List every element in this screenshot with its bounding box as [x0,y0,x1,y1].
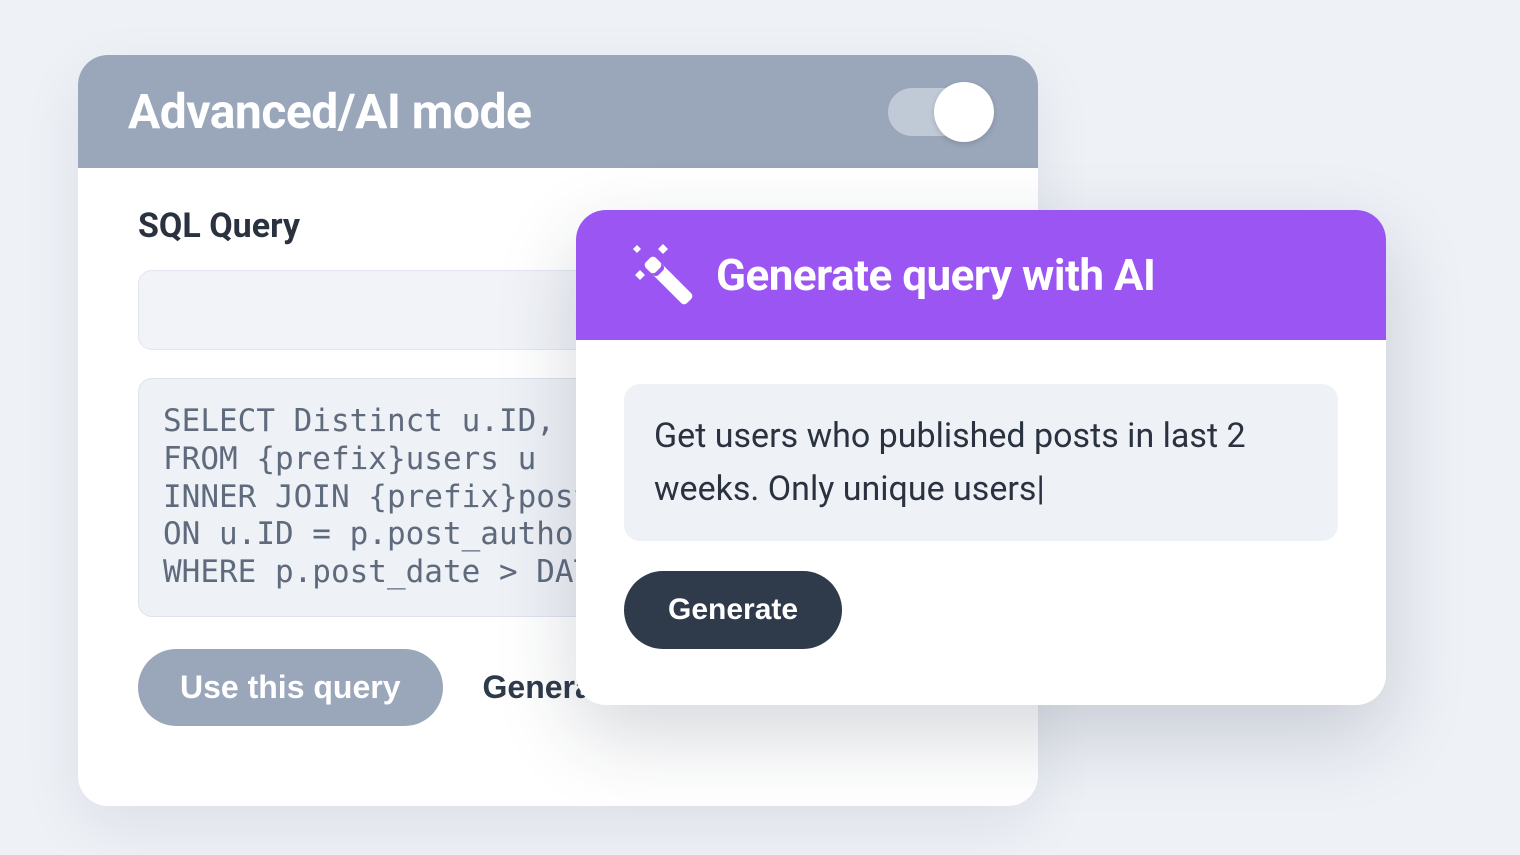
magic-wand-icon [624,240,694,310]
toggle-knob [934,82,994,142]
generate-ai-body: Get users who published posts in last 2 … [576,340,1386,705]
advanced-mode-header: Advanced/AI mode [78,55,1038,168]
use-this-query-button[interactable]: Use this query [138,649,443,726]
advanced-mode-title: Advanced/AI mode [128,83,531,140]
generate-button[interactable]: Generate [624,571,842,649]
ai-mode-toggle[interactable] [888,88,988,136]
ai-prompt-input[interactable]: Get users who published posts in last 2 … [624,384,1338,541]
generate-ai-title: Generate query with AI [716,249,1155,301]
ai-prompt-text: Get users who published posts in last 2 … [654,416,1246,509]
generate-ai-header: Generate query with AI [576,210,1386,340]
generate-ai-card: Generate query with AI Get users who pub… [576,210,1386,705]
